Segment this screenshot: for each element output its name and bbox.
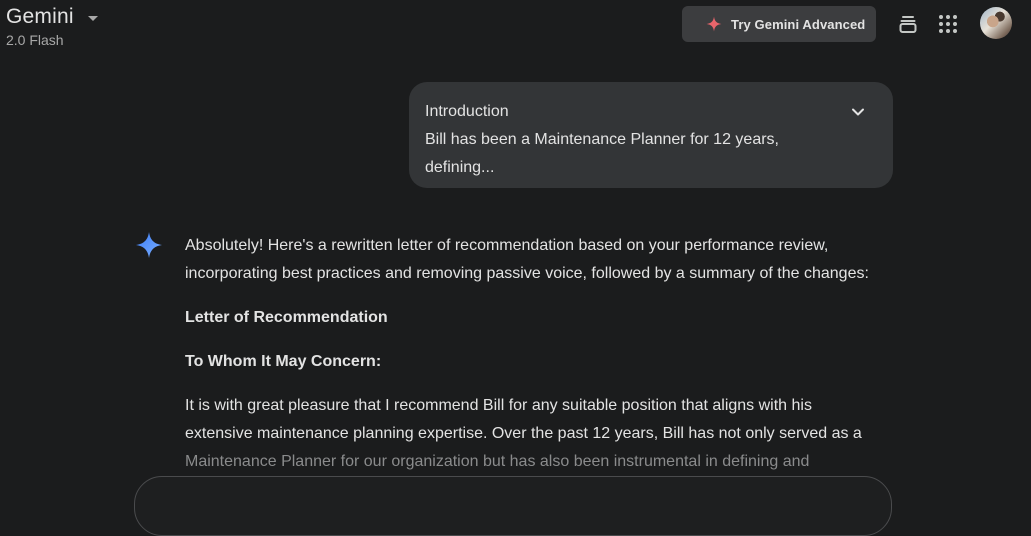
try-advanced-label: Try Gemini Advanced: [731, 16, 866, 32]
prompt-line-3: defining...: [425, 159, 495, 176]
letter-salutation: To Whom It May Concern:: [185, 353, 382, 370]
prompt-line-1: Introduction: [425, 103, 509, 120]
prompt-line-2: Bill has been a Maintenance Planner for …: [425, 131, 779, 148]
response-intro-line-1: Absolutely! Here's a rewritten letter of…: [185, 237, 829, 254]
chevron-down-icon: [852, 108, 864, 116]
prompt-input[interactable]: [134, 476, 892, 536]
model-response: Absolutely! Here's a rewritten letter of…: [185, 232, 905, 492]
apps-grid-icon[interactable]: [936, 12, 960, 36]
chevron-down-icon: [87, 15, 98, 21]
expand-prompt-button[interactable]: [846, 100, 870, 124]
model-name: 2.0 Flash: [6, 32, 64, 48]
try-advanced-button[interactable]: Try Gemini Advanced: [682, 6, 876, 42]
gemini-sparkle-icon: [136, 232, 162, 258]
response-intro-line-2: incorporating best practices and removin…: [185, 265, 869, 282]
app-title: Gemini: [6, 5, 74, 28]
profile-avatar[interactable]: [980, 7, 1012, 39]
model-switcher[interactable]: Gemini: [6, 5, 98, 29]
letter-body-line-3: Maintenance Planner for our organization…: [185, 453, 810, 470]
letter-body: It is with great pleasure that I recomme…: [185, 392, 905, 476]
response-intro: Absolutely! Here's a rewritten letter of…: [185, 232, 905, 288]
letter-body-line-2: extensive maintenance planning expertise…: [185, 425, 862, 442]
sparkle-icon: [706, 16, 722, 32]
stack-icon[interactable]: [896, 12, 920, 36]
letter-body-line-1: It is with great pleasure that I recomme…: [185, 397, 812, 414]
top-bar: Gemini 2.0 Flash Try Gemini Advanced: [0, 0, 1031, 60]
user-prompt-bubble: Introduction Bill has been a Maintenance…: [409, 82, 893, 188]
letter-heading: Letter of Recommendation: [185, 309, 388, 326]
